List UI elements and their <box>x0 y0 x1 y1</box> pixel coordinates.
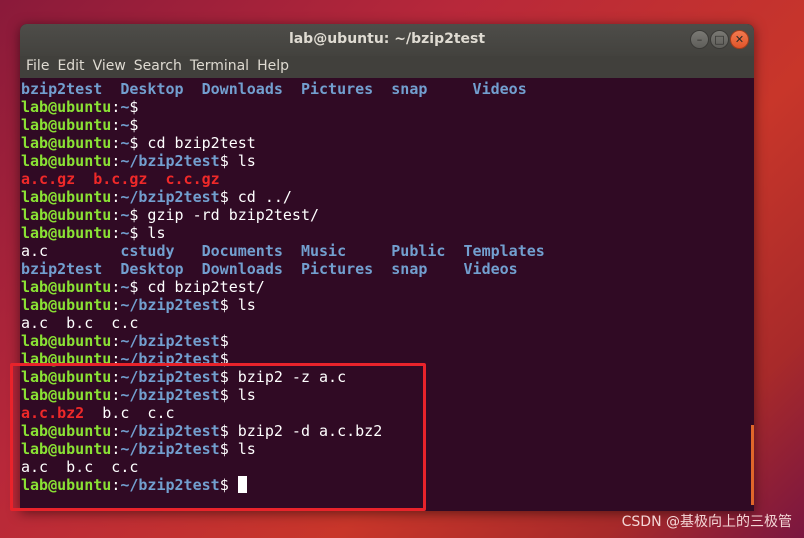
menu-bar: File Edit View Search Terminal Help <box>20 56 754 78</box>
minimize-button[interactable]: – <box>690 30 709 49</box>
terminal-text: snap <box>391 260 428 278</box>
window-title: lab@ubuntu: ~/bzip2test <box>288 31 486 47</box>
maximize-button[interactable]: □ <box>710 30 729 49</box>
terminal-line: bzip2test Desktop Downloads Pictures sna… <box>21 80 754 98</box>
terminal-text: : <box>111 296 121 314</box>
terminal-text: : <box>111 206 121 224</box>
terminal-text: lab@ubuntu <box>21 152 112 170</box>
terminal-text: a.c <box>21 242 121 260</box>
terminal-line: a.c.gz b.c.gz c.c.gz <box>21 170 754 188</box>
scrollbar[interactable] <box>751 425 754 505</box>
terminal-text: Downloads <box>201 260 283 278</box>
terminal-line: lab@ubuntu:~$ gzip -rd bzip2test/ <box>21 206 754 224</box>
terminal-text: $ ls <box>219 152 256 170</box>
close-button[interactable]: ✕ <box>730 30 749 49</box>
terminal-text: Templates <box>463 242 545 260</box>
terminal-text: $ cd bzip2test/ <box>129 278 265 296</box>
menu-view[interactable]: View <box>93 56 133 78</box>
terminal-text: Public <box>391 242 446 260</box>
terminal-text: $ ls <box>129 224 166 242</box>
terminal-text: : <box>111 98 121 116</box>
terminal-text: $ <box>129 98 139 116</box>
terminal-text: $ cd bzip2test <box>129 134 256 152</box>
terminal-line: lab@ubuntu:~/bzip2test$ cd ../ <box>21 188 754 206</box>
terminal-text: : <box>111 224 121 242</box>
terminal-text: lab@ubuntu <box>21 134 112 152</box>
terminal-text: $ <box>219 332 229 350</box>
menu-file[interactable]: File <box>26 56 56 78</box>
terminal-text: : <box>111 188 121 206</box>
terminal-text: ~/bzip2test <box>120 296 220 314</box>
terminal-line: a.c cstudy Documents Music Public Templa… <box>21 242 754 260</box>
terminal-line: a.c b.c c.c <box>21 314 754 332</box>
terminal-text: lab@ubuntu <box>21 296 112 314</box>
terminal-line: lab@ubuntu:~$ <box>21 98 754 116</box>
watermark: CSDN @基极向上的三极管 <box>621 514 792 530</box>
menu-help[interactable]: Help <box>257 56 296 78</box>
terminal-text: ~/bzip2test <box>120 332 220 350</box>
terminal-line: lab@ubuntu:~/bzip2test$ <box>21 332 754 350</box>
terminal-text: a.c.gz <box>21 170 76 188</box>
terminal-text: ~/bzip2test <box>120 188 220 206</box>
terminal-text: lab@ubuntu <box>21 98 112 116</box>
terminal-text: bzip2test Desktop Downloads Pictures sna… <box>21 80 527 98</box>
terminal-text: Videos <box>463 260 518 278</box>
terminal-text: ~/bzip2test <box>120 152 220 170</box>
terminal-text: lab@ubuntu <box>21 188 112 206</box>
terminal-text: $ ls <box>219 296 256 314</box>
terminal-text: : <box>111 152 121 170</box>
terminal-text: $ gzip -rd bzip2test/ <box>129 206 320 224</box>
terminal-line: lab@ubuntu:~$ cd bzip2test <box>21 134 754 152</box>
terminal-line: lab@ubuntu:~$ ls <box>21 224 754 242</box>
menu-search[interactable]: Search <box>134 56 189 78</box>
menu-terminal[interactable]: Terminal <box>190 56 256 78</box>
terminal-text: $ <box>129 116 139 134</box>
terminal-text: c.c.gz <box>165 170 220 188</box>
menu-edit[interactable]: Edit <box>57 56 91 78</box>
terminal-text: $ cd ../ <box>219 188 292 206</box>
terminal-text: lab@ubuntu <box>21 278 112 296</box>
terminal-text: lab@ubuntu <box>21 224 112 242</box>
terminal-text: : <box>111 116 121 134</box>
terminal-line: lab@ubuntu:~/bzip2test$ ls <box>21 152 754 170</box>
highlight-box <box>10 363 426 511</box>
terminal-text: Documents <box>201 242 283 260</box>
terminal-text: Desktop <box>120 260 184 278</box>
terminal-text: Pictures <box>300 260 374 278</box>
terminal-line: lab@ubuntu:~$ <box>21 116 754 134</box>
terminal-text: lab@ubuntu <box>21 206 112 224</box>
terminal-text: b.c.gz <box>93 170 148 188</box>
terminal-line: bzip2test Desktop Downloads Pictures sna… <box>21 260 754 278</box>
terminal-text: a.c b.c c.c <box>21 314 139 332</box>
terminal-text: lab@ubuntu <box>21 332 112 350</box>
terminal-text: cstudy <box>120 242 175 260</box>
terminal-line: lab@ubuntu:~/bzip2test$ ls <box>21 296 754 314</box>
terminal-text: bzip2test <box>21 260 103 278</box>
terminal-text: : <box>111 332 121 350</box>
terminal-text: Music <box>300 242 347 260</box>
terminal-line: lab@ubuntu:~$ cd bzip2test/ <box>21 278 754 296</box>
terminal-text: : <box>111 278 121 296</box>
title-bar[interactable]: lab@ubuntu: ~/bzip2test – □ ✕ <box>20 24 754 56</box>
terminal-text: lab@ubuntu <box>21 116 112 134</box>
terminal-text: : <box>111 134 121 152</box>
